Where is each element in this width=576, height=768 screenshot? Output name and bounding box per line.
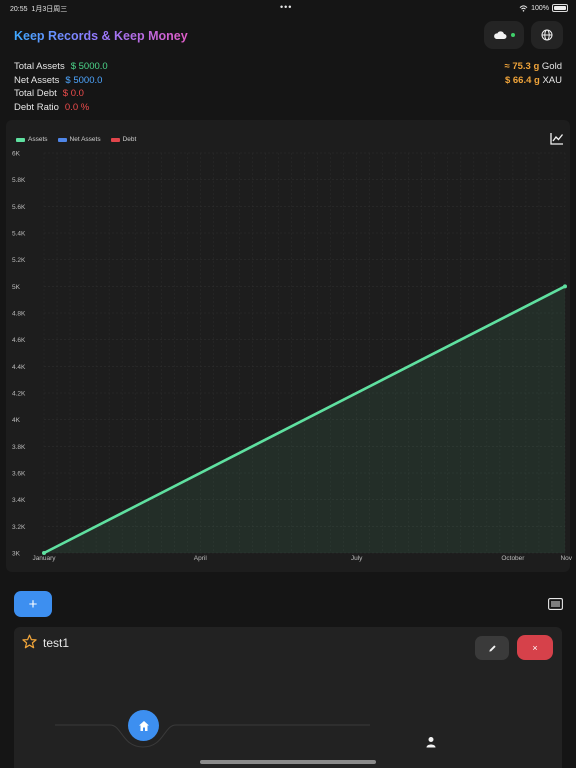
y-tick-label: 5.6K xyxy=(12,204,26,211)
x-tick-label: July xyxy=(351,555,363,562)
y-tick-label: 4.8K xyxy=(12,311,26,318)
y-tick-label: 3.2K xyxy=(12,524,26,531)
home-indicator[interactable] xyxy=(200,760,376,764)
add-record-button[interactable]: + xyxy=(14,591,52,617)
assets-data-point xyxy=(42,551,46,555)
pencil-icon xyxy=(488,644,496,652)
y-tick-label: 4.2K xyxy=(12,391,26,398)
list-icon xyxy=(548,598,563,610)
app-screen: 20:55 1月3日周三 ••• 100% Keep Records & Kee… xyxy=(0,0,576,768)
edit-record-button[interactable] xyxy=(475,636,509,660)
y-tick-label: 3.8K xyxy=(12,444,26,451)
person-icon xyxy=(426,737,436,748)
y-tick-label: 4.4K xyxy=(12,364,26,371)
assets-data-point xyxy=(563,284,567,289)
home-tab[interactable] xyxy=(128,710,159,741)
y-tick-label: 4.6K xyxy=(12,337,26,344)
y-tick-label: 3K xyxy=(12,551,21,558)
home-icon xyxy=(138,720,149,731)
y-tick-label: 4K xyxy=(12,417,21,424)
profile-tab[interactable] xyxy=(425,735,437,753)
tab-bar xyxy=(55,724,370,748)
y-tick-label: 3.6K xyxy=(12,471,26,478)
list-view-button[interactable] xyxy=(548,597,563,615)
y-tick-label: 5.8K xyxy=(12,177,26,184)
star-icon xyxy=(22,634,37,649)
favorite-button[interactable] xyxy=(22,634,37,654)
x-tick-label: April xyxy=(194,555,208,562)
x-tick-label: October xyxy=(501,555,525,562)
y-tick-label: 5.4K xyxy=(12,231,26,238)
y-tick-label: 3.4K xyxy=(12,497,26,504)
x-tick-label: January xyxy=(32,555,56,562)
y-tick-label: 5K xyxy=(12,284,21,291)
delete-record-button[interactable]: × xyxy=(517,635,553,660)
record-name: test1 xyxy=(43,636,70,650)
asset-line-chart: 3K 3.2K 3.4K 3.6K 3.8K 4K 4.2K 4.4K 4.6K 4.8K 5K 5.… xyxy=(12,151,573,563)
y-tick-label: 6K xyxy=(12,151,21,158)
x-tick-label: Nov xyxy=(560,555,572,562)
y-tick-label: 5.2K xyxy=(12,257,26,264)
